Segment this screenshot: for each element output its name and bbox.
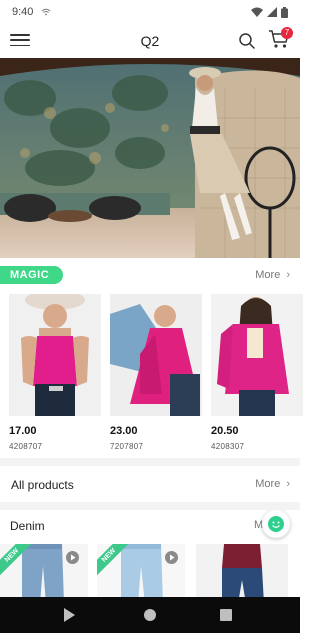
hero-banner-image: [0, 58, 300, 258]
search-icon[interactable]: [238, 32, 256, 50]
back-icon[interactable]: [64, 608, 75, 622]
magic-more-link[interactable]: More ›: [255, 269, 290, 281]
all-products-more-link[interactable]: More ›: [255, 478, 290, 490]
system-nav-bar: [0, 597, 300, 633]
product-price: 23.00: [110, 425, 138, 437]
chevron-right-icon: ›: [286, 478, 290, 490]
product-image: [110, 294, 202, 416]
product-price: 17.00: [9, 425, 37, 437]
product-card[interactable]: 17.00 4208707: [9, 294, 101, 451]
denim-section: Denim M NEW NEW: [0, 510, 300, 597]
chevron-right-icon: ›: [286, 269, 290, 281]
status-bar: 9:40: [0, 0, 300, 24]
wifi-icon: [42, 8, 51, 16]
magic-section: MAGIC More › 17.00 4208707 23.00 7207807…: [0, 262, 303, 457]
magic-tag: MAGIC: [0, 266, 64, 284]
chat-smile-icon: [268, 516, 284, 532]
denim-product-card[interactable]: [196, 544, 288, 597]
product-code: 4208707: [9, 442, 43, 451]
home-icon[interactable]: [144, 609, 156, 621]
wifi-signal-icon: [251, 7, 263, 17]
play-video-icon[interactable]: [66, 551, 79, 564]
magic-more-label: More: [255, 269, 281, 281]
product-card[interactable]: 23.00 7207807: [110, 294, 202, 451]
all-products-row[interactable]: All products More ›: [0, 466, 300, 502]
denim-product-card[interactable]: NEW: [0, 544, 88, 597]
section-divider: [0, 502, 300, 510]
product-image: [9, 294, 101, 416]
status-time: 9:40: [12, 6, 34, 18]
product-price: 20.50: [211, 425, 239, 437]
product-card[interactable]: 20.50 4208307: [211, 294, 303, 451]
product-image: [211, 294, 303, 416]
all-products-more-label: More: [255, 478, 281, 490]
product-code: 4208307: [211, 442, 245, 451]
all-products-label: All products: [11, 478, 74, 492]
hero-banner[interactable]: [0, 58, 300, 258]
recents-icon[interactable]: [220, 609, 232, 621]
cell-signal-icon: [267, 7, 277, 17]
product-code: 7207807: [110, 442, 144, 451]
section-divider: [0, 458, 300, 466]
denim-title: Denim: [10, 519, 45, 533]
chat-button[interactable]: [262, 510, 290, 538]
product-image: [196, 544, 288, 597]
play-video-icon[interactable]: [165, 551, 178, 564]
denim-product-card[interactable]: NEW: [97, 544, 185, 597]
cart-count-badge: 7: [281, 27, 293, 39]
battery-icon: [281, 6, 288, 18]
app-header: Q2: [0, 24, 300, 58]
